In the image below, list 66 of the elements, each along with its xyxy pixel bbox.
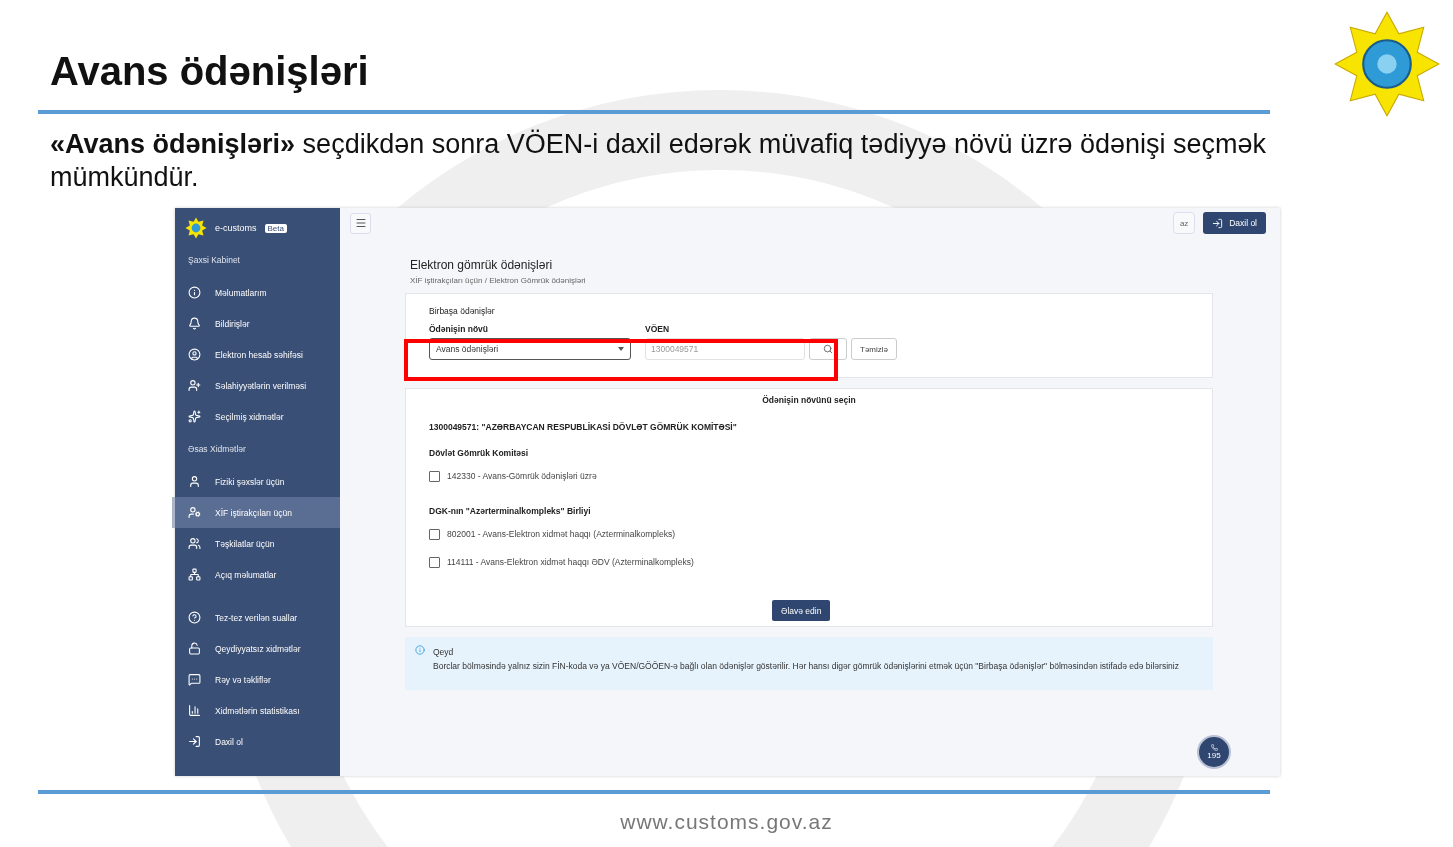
sidebar-heading: Şaxsi Kabinet xyxy=(187,254,241,267)
user-icon xyxy=(188,475,201,488)
field-label: Ödənişin növü xyxy=(429,324,490,334)
sidebar-item[interactable]: Tez-tez verilən suallar xyxy=(172,602,340,633)
bar-chart-icon xyxy=(188,704,201,717)
sidebar-item[interactable]: Daxil ol xyxy=(172,726,340,757)
option-label: 142330 - Avans-Gömrük ödənişləri üzrə xyxy=(447,471,597,481)
sidebar-item[interactable]: Xidmətlərin statistikası xyxy=(172,695,340,726)
group-title: DGK-nın "Azərterminalkompleks" Birliyi xyxy=(429,506,592,516)
sidebar-item[interactable]: Təşkilatlar üçün xyxy=(172,528,340,559)
help-icon xyxy=(188,611,201,624)
sparkles-icon xyxy=(188,410,201,423)
beta-badge: Beta xyxy=(264,223,287,233)
option-label: 114111 - Avans-Elektron xidmət haqqı ƏDV (Azterminalkompleks) xyxy=(447,557,694,567)
bell-icon xyxy=(188,317,201,330)
user-gear-icon xyxy=(188,506,201,519)
user-circle-icon xyxy=(188,348,201,361)
chat-icon xyxy=(188,673,201,686)
sidebar-item[interactable]: Qeydiyyatsız xidmətlər xyxy=(172,633,340,664)
payment-type-select[interactable]: Avans ödənişləri xyxy=(429,338,631,360)
add-button[interactable]: Əlavə edin xyxy=(772,600,831,621)
option-label: 802001 - Avans-Elektron xidmət haqqı (Azterminalkompleks) xyxy=(447,529,676,539)
menu-button[interactable] xyxy=(350,212,371,234)
user-plus-icon xyxy=(188,379,201,392)
emblem-logo xyxy=(185,217,207,239)
sidebar-item[interactable]: Fiziki şəxslər üçün xyxy=(172,466,340,497)
page-title: Elektron gömrük ödənişləri xyxy=(410,258,554,272)
brand-name: e-customs xyxy=(215,223,257,233)
sidebar-item[interactable]: Açıq məlumatlar xyxy=(172,559,340,590)
footer-url: www.customs.gov.az xyxy=(619,810,834,834)
language-button[interactable]: az xyxy=(1173,212,1196,234)
slide-text: «Avans ödənişləri» seçdikdən sonra VÖEN-i daxil edərək müvafiq tədiyyə növü üzrə ödənişi seçmək mümkündür. xyxy=(50,128,1268,194)
checkbox[interactable] xyxy=(429,556,440,568)
organization-name: 1300049571: "AZƏRBAYCAN RESPUBLİKASİ DÖVLƏT GÖMRÜK KOMİTƏSİ" xyxy=(429,422,738,432)
sidebar-heading: Əsas Xidmətlər xyxy=(187,443,247,456)
info-icon xyxy=(415,645,425,655)
sidebar-item[interactable]: Seçilmiş xidmətlər xyxy=(172,401,340,432)
menu-icon xyxy=(354,217,367,229)
unlocked-icon xyxy=(188,642,201,655)
sidebar-item[interactable]: Səlahiyyətlərin verilməsi xyxy=(172,370,340,401)
users-icon xyxy=(188,537,201,550)
section-title: Ödənişin növünü seçin xyxy=(762,395,856,405)
clear-button[interactable]: Təmizlə xyxy=(851,338,897,360)
field-label: VÖEN xyxy=(645,324,671,334)
caret-icon xyxy=(618,347,624,351)
login-icon xyxy=(188,735,201,748)
slide-title: Avans ödənişləri xyxy=(50,48,369,94)
sidebar-item[interactable]: Elektron hesab səhifəsi xyxy=(172,339,340,370)
phone-icon xyxy=(1210,744,1218,751)
login-button[interactable]: Daxil ol xyxy=(1203,212,1266,234)
note-title: Qeyd xyxy=(433,646,455,659)
login-icon xyxy=(1212,217,1224,229)
sidebar-item[interactable]: XİF iştirakçıları üçün xyxy=(172,497,340,528)
note-text: Borclar bölməsində yalnız sizin FİN-koda və ya VÖEN/GÖÖEN-ə bağlı olan ödənişlər göstərilir. Hər hansı digər gömrük ödənişlərini etmək üçün "Birbaşa ödənişlər" bölməsindən istifadə edə bilərsiniz xyxy=(433,660,1179,673)
breadcrumb: XİF iştirakçıları üçün / Elektron Gömrük ödənişləri xyxy=(410,276,587,285)
checkbox[interactable] xyxy=(429,470,440,482)
search-icon xyxy=(823,344,833,354)
phone-badge[interactable]: 195 xyxy=(1197,735,1231,769)
info-icon xyxy=(188,286,201,299)
network-icon xyxy=(188,568,201,581)
sidebar-item[interactable]: Bildirişlər xyxy=(172,308,340,339)
checkbox[interactable] xyxy=(429,528,440,540)
sidebar-item[interactable]: Məlumatlarım xyxy=(172,277,340,308)
sidebar-item[interactable]: Rəy və təkliflər xyxy=(172,664,340,695)
group-title: Dövlət Gömrük Komitəsi xyxy=(429,448,530,458)
section-title: Birbaşa ödənişlər xyxy=(429,306,496,316)
